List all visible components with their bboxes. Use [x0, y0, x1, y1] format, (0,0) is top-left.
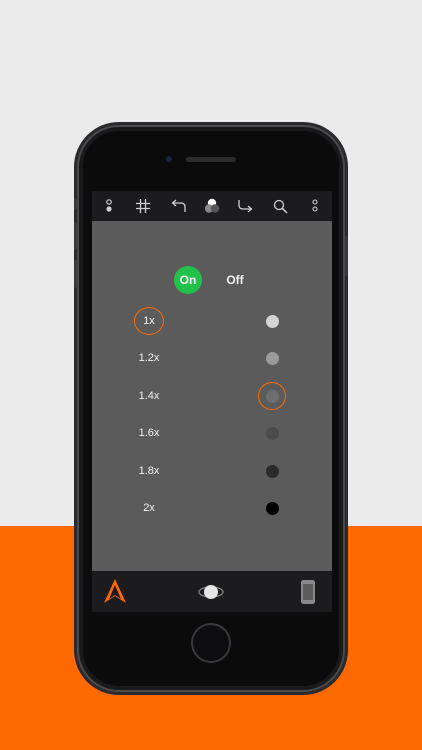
tone-swatch [265, 351, 279, 365]
tone-swatch [265, 464, 279, 478]
tone-swatch [265, 501, 279, 515]
power-button [345, 236, 348, 276]
grid-icon[interactable] [132, 195, 154, 217]
on-off-toggle: On Off [92, 266, 332, 296]
zoom-option-1-6x[interactable]: 1.6x [134, 419, 164, 447]
home-button[interactable] [191, 623, 231, 663]
mute-switch [74, 198, 77, 210]
undo-icon[interactable] [167, 195, 189, 217]
tone-swatch [265, 389, 279, 403]
redo-icon[interactable] [235, 195, 257, 217]
bottom-bar [92, 571, 332, 612]
volume-up-button [74, 222, 77, 250]
zoom-option-1-4x[interactable]: 1.4x [134, 382, 164, 410]
tone-dot-1[interactable] [258, 307, 286, 335]
app-screen: On Off 1x 1.2x 1.4x 1.6x 1.8x 2x [92, 191, 332, 612]
zoom-option-1x[interactable]: 1x [134, 307, 164, 335]
zoom-option-1-2x[interactable]: 1.2x [134, 344, 164, 372]
more-icon[interactable] [304, 195, 326, 217]
zoom-settings-panel: On Off 1x 1.2x 1.4x 1.6x 1.8x 2x [92, 221, 332, 571]
zoom-option-1-8x[interactable]: 1.8x [134, 457, 164, 485]
toggle-off-button[interactable]: Off [220, 266, 250, 294]
shutter-icon[interactable] [198, 582, 224, 602]
earpiece-speaker [186, 157, 236, 162]
tone-dot-2[interactable] [258, 344, 286, 372]
tone-dot-5[interactable] [258, 457, 286, 485]
tone-dot-6[interactable] [258, 494, 286, 522]
flash-icon[interactable] [98, 195, 120, 217]
tone-swatch [265, 314, 279, 328]
device-icon[interactable] [300, 579, 316, 605]
front-camera [166, 156, 172, 162]
top-toolbar [92, 191, 332, 221]
search-icon[interactable] [270, 195, 292, 217]
volume-down-button [74, 260, 77, 288]
toggle-on-button[interactable]: On [174, 266, 202, 294]
color-filter-icon[interactable] [201, 195, 223, 217]
tone-swatch [265, 426, 279, 440]
tone-dot-4[interactable] [258, 419, 286, 447]
app-logo-icon[interactable] [102, 577, 128, 605]
zoom-option-2x[interactable]: 2x [134, 494, 164, 522]
tone-dot-3[interactable] [258, 382, 286, 410]
